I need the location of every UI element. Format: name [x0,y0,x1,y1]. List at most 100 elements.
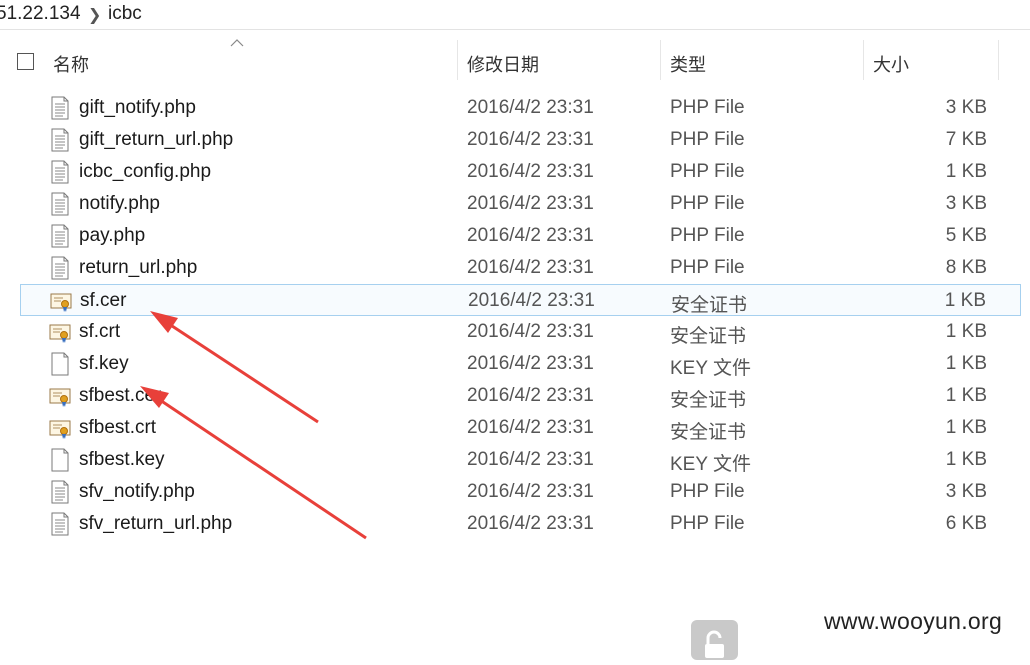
file-row[interactable]: return_url.php 2016/4/2 23:31 PHP File 8 KB [20,252,1021,284]
file-size: 3 KB [945,193,987,214]
file-row[interactable]: sfbest.crt 2016/4/2 23:31 安全证书 1 KB [20,412,1021,444]
column-header-row: 名称 修改日期 类型 大小 [0,39,1030,80]
file-modified: 2016/4/2 23:31 [467,513,594,534]
file-size: 1 KB [944,290,986,311]
file-name: gift_notify.php [79,97,196,118]
file-modified: 2016/4/2 23:31 [467,449,594,470]
file-type: PHP File [670,513,745,534]
file-modified: 2016/4/2 23:31 [467,417,594,438]
file-name: sfv_notify.php [79,481,195,502]
file-row[interactable]: gift_notify.php 2016/4/2 23:31 PHP File 3 K… [20,92,1021,124]
breadcrumb-current[interactable]: icbc [108,3,142,25]
file-size: 8 KB [945,257,987,278]
file-type: KEY 文件 [670,358,751,379]
file-size: 7 KB [945,129,987,150]
document-icon [49,224,71,248]
file-size: 3 KB [945,481,987,502]
sort-ascending-icon [230,39,244,47]
unlock-icon [705,630,724,658]
file-type: PHP File [670,161,745,182]
file-row[interactable]: notify.php 2016/4/2 23:31 PHP File 3 KB [20,188,1021,220]
file-modified: 2016/4/2 23:31 [467,257,594,278]
file-type: PHP File [670,225,745,246]
file-name: sfbest.key [79,449,165,470]
file-type: PHP File [670,129,745,150]
file-size: 5 KB [945,225,987,246]
column-divider[interactable] [863,40,864,80]
file-modified: 2016/4/2 23:31 [467,129,594,150]
column-header-name[interactable]: 名称 [53,51,89,77]
file-modified: 2016/4/2 23:31 [467,97,594,118]
file-name: sfbest.cer [79,385,162,406]
file-row[interactable]: icbc_config.php 2016/4/2 23:31 PHP File 1 K… [20,156,1021,188]
file-name: sfv_return_url.php [79,513,233,534]
file-type: PHP File [670,193,745,214]
file-modified: 2016/4/2 23:31 [467,353,594,374]
file-size: 1 KB [945,353,987,374]
file-row[interactable]: sf.crt 2016/4/2 23:31 安全证书 1 KB [20,316,1021,348]
file-name: sfbest.crt [79,417,157,438]
file-name: notify.php [79,193,160,214]
file-size: 1 KB [945,385,987,406]
file-name: sf.cer [80,290,127,311]
file-size: 1 KB [945,161,987,182]
chevron-right-icon[interactable]: ❯ [88,5,101,25]
document-icon [49,128,71,152]
file-size: 1 KB [945,449,987,470]
watermark: www.wooyun.org [824,608,1003,634]
select-all-checkbox[interactable] [17,53,34,70]
document-icon [49,160,71,184]
file-size: 6 KB [945,513,987,534]
file-name: sf.crt [79,321,121,342]
file-type: PHP File [670,481,745,502]
file-size: 1 KB [945,417,987,438]
file-size: 3 KB [945,97,987,118]
file-row[interactable]: sfbest.cer 2016/4/2 23:31 安全证书 1 KB [20,380,1021,412]
document-icon [49,192,71,216]
file-modified: 2016/4/2 23:31 [467,225,594,246]
file-row[interactable]: sf.key 2016/4/2 23:31 KEY 文件 1 KB [20,348,1021,380]
file-name: gift_return_url.php [79,129,234,150]
file-row[interactable]: sfv_return_url.php 2016/4/2 23:31 PHP File… [20,508,1021,540]
blank-file-icon [49,448,71,472]
file-modified: 2016/4/2 23:31 [468,290,595,311]
file-type: 安全证书 [671,295,748,316]
column-header-type[interactable]: 类型 [670,51,706,77]
breadcrumb-parent[interactable]: 51.22.134 [0,3,81,25]
column-header-modified[interactable]: 修改日期 [467,51,539,77]
file-modified: 2016/4/2 23:31 [467,161,594,182]
address-bar[interactable]: 51.22.134 ❯ icbc [0,0,1030,30]
file-type: 安全证书 [670,390,747,411]
file-name: return_url.php [79,257,198,278]
document-icon [49,512,71,536]
file-modified: 2016/4/2 23:31 [467,385,594,406]
document-icon [49,96,71,120]
certificate-icon [49,384,71,408]
file-row[interactable]: sf.cer 2016/4/2 23:31 安全证书 1 KB [20,284,1021,316]
file-row[interactable]: sfbest.key 2016/4/2 23:31 KEY 文件 1 KB [20,444,1021,476]
certificate-icon [50,289,72,313]
file-type: KEY 文件 [670,454,751,475]
file-size: 1 KB [945,321,987,342]
file-row[interactable]: pay.php 2016/4/2 23:31 PHP File 5 KB [20,220,1021,252]
column-divider[interactable] [457,40,458,80]
column-header-size[interactable]: 大小 [873,51,909,77]
file-modified: 2016/4/2 23:31 [467,321,594,342]
column-divider[interactable] [660,40,661,80]
certificate-icon [49,416,71,440]
certificate-icon [49,320,71,344]
file-name: icbc_config.php [79,161,212,182]
file-row[interactable]: gift_return_url.php 2016/4/2 23:31 PHP Fil… [20,124,1021,156]
unlock-button[interactable] [691,620,738,660]
file-type: PHP File [670,257,745,278]
file-type: PHP File [670,97,745,118]
file-type: 安全证书 [670,326,747,347]
file-modified: 2016/4/2 23:31 [467,481,594,502]
document-icon [49,480,71,504]
file-modified: 2016/4/2 23:31 [467,193,594,214]
column-divider[interactable] [998,40,999,80]
blank-file-icon [49,352,71,376]
file-type: 安全证书 [670,422,747,443]
file-row[interactable]: sfv_notify.php 2016/4/2 23:31 PHP File 3 KB [20,476,1021,508]
file-name: sf.key [79,353,129,374]
